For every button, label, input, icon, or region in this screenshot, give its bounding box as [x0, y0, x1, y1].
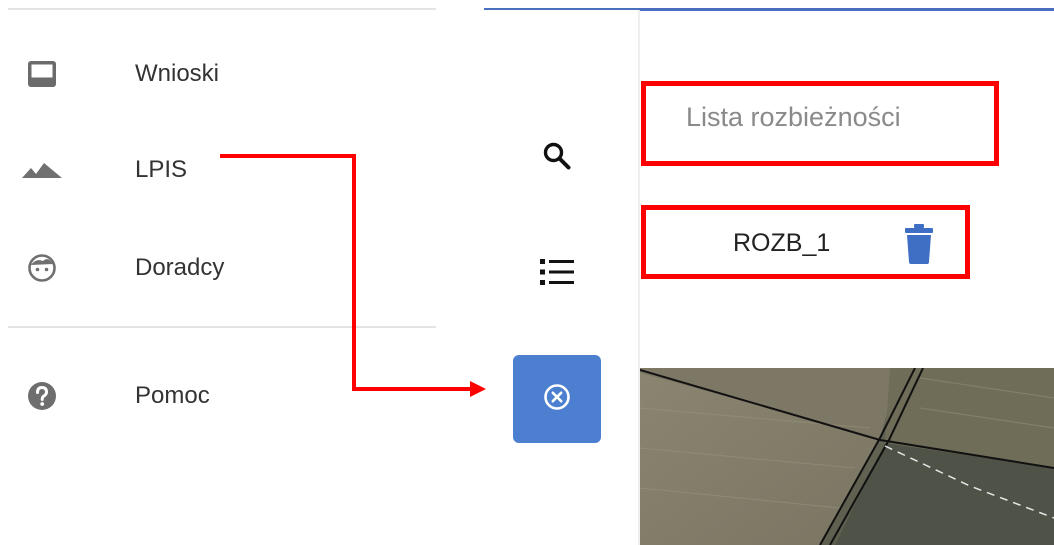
search-icon — [542, 141, 572, 176]
discrepancy-name[interactable]: ROZB_1 — [733, 228, 830, 258]
list-button[interactable] — [513, 230, 601, 318]
menu-item-pomoc[interactable]: Pomoc — [0, 364, 438, 428]
menu-item-doradcy[interactable]: Doradcy — [0, 236, 438, 300]
map-toolbar — [484, 10, 640, 545]
menu-item-lpis[interactable]: LPIS — [0, 138, 438, 202]
list-icon — [540, 258, 574, 291]
menu-item-label: Wnioski — [135, 60, 220, 87]
search-button[interactable] — [513, 114, 601, 202]
menu-divider-top — [8, 8, 436, 10]
trash-icon[interactable] — [905, 224, 933, 264]
menu-item-wnioski[interactable]: Wnioski — [0, 42, 438, 106]
help-icon — [22, 378, 62, 414]
map-view[interactable] — [640, 368, 1054, 545]
menu-item-label: Pomoc — [135, 382, 210, 409]
side-menu: Wnioski LPIS Doradcy Pomoc — [0, 0, 438, 545]
terrain-icon — [22, 152, 62, 188]
close-circle-icon — [542, 382, 572, 417]
inbox-icon — [22, 56, 62, 92]
menu-item-label: Doradcy — [135, 254, 225, 281]
panel-title: Lista rozbieżności — [686, 102, 901, 132]
menu-item-label: LPIS — [135, 156, 188, 183]
discrepancy-tool-button[interactable] — [513, 355, 601, 443]
face-icon — [22, 250, 62, 286]
menu-divider-bottom — [8, 326, 436, 328]
